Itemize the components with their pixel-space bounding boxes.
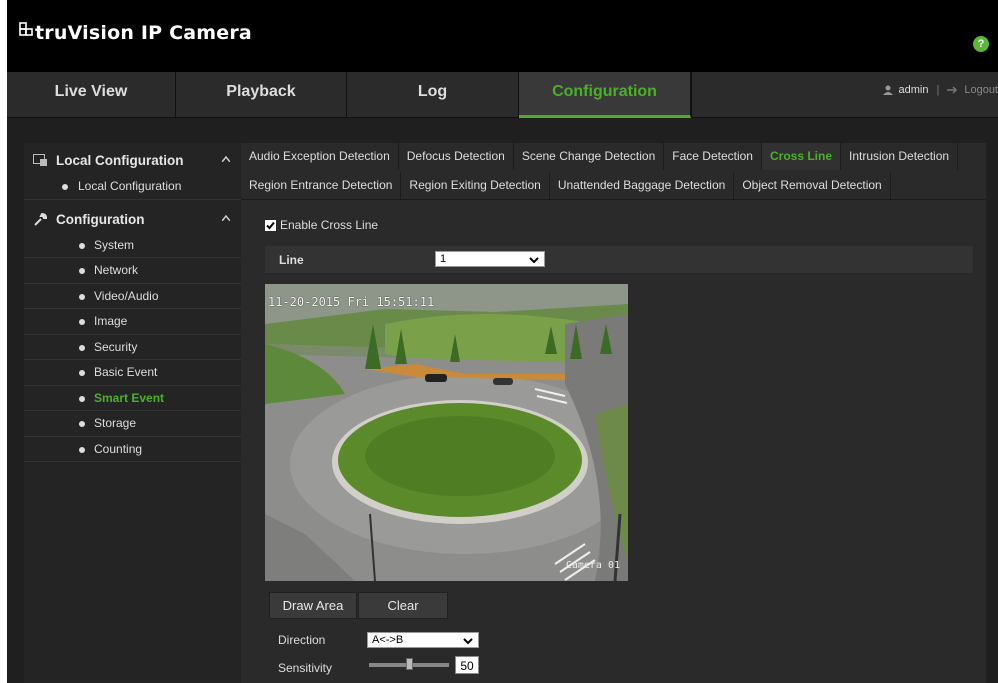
tab-region-exiting-detection[interactable]: Region Exiting Detection bbox=[401, 172, 550, 199]
enable-cross-line-row: Enable Cross Line bbox=[265, 218, 378, 232]
sidebar-item-system[interactable]: System bbox=[24, 233, 241, 258]
direction-select-value: A<->B bbox=[372, 634, 404, 646]
sidebar-item-basic-event[interactable]: Basic Event bbox=[24, 360, 241, 386]
sensitivity-value[interactable]: 50 bbox=[455, 656, 479, 674]
sidebar-item-label: Smart Event bbox=[94, 390, 165, 405]
tab-intrusion-detection[interactable]: Intrusion Detection bbox=[841, 143, 959, 170]
sidebar-item-label: Basic Event bbox=[94, 365, 158, 379]
sidebar-item-network[interactable]: Network bbox=[24, 258, 241, 284]
tab-unattended-baggage-detection[interactable]: Unattended Baggage Detection bbox=[549, 172, 735, 199]
checkmark-icon bbox=[266, 221, 275, 229]
bullet-icon bbox=[79, 370, 85, 376]
sidebar-item-label: Video/Audio bbox=[94, 288, 159, 303]
wrench-icon bbox=[34, 212, 48, 226]
clear-button[interactable]: Clear bbox=[358, 592, 448, 619]
user-area: admin | Logout bbox=[882, 84, 998, 96]
top-bar: truVision IP Camera ? bbox=[7, 0, 998, 72]
line-select[interactable]: 1 bbox=[435, 251, 545, 267]
tab-cross-line[interactable]: Cross Line bbox=[761, 143, 841, 170]
chevron-down-icon bbox=[529, 257, 539, 264]
main-nav: Live View Playback Log Configuration bbox=[7, 72, 998, 118]
main-panel: Audio Exception Detection Defocus Detect… bbox=[241, 143, 986, 683]
line-select-value: 1 bbox=[440, 253, 447, 265]
brand-mark-icon bbox=[19, 22, 33, 36]
osd-camera-name: Camera 01 bbox=[565, 560, 620, 571]
line-label: Line bbox=[279, 253, 304, 267]
sidebar-item-label: Network bbox=[94, 263, 139, 277]
local-config-icon bbox=[33, 154, 47, 166]
sensitivity-slider-handle[interactable] bbox=[405, 658, 413, 670]
brand-title: truVision IP Camera bbox=[35, 22, 252, 44]
user-icon bbox=[882, 85, 893, 95]
sidebar-item-security[interactable]: Security bbox=[24, 335, 241, 360]
camera-video-preview[interactable]: 11-20-2015 Fri 15:51:11 Camera 01 bbox=[265, 284, 628, 581]
tab-defocus-detection[interactable]: Defocus Detection bbox=[398, 143, 514, 170]
nav-tab-log[interactable]: Log bbox=[347, 72, 519, 118]
chevron-up-icon[interactable] bbox=[222, 214, 230, 221]
osd-timestamp: 11-20-2015 Fri 15:51:11 bbox=[268, 295, 435, 309]
tab-object-removal-detection[interactable]: Object Removal Detection bbox=[734, 172, 891, 199]
sidebar-group-label: Local Configuration bbox=[56, 153, 184, 168]
bullet-icon bbox=[79, 421, 85, 427]
tab-row-2: Region Entrance Detection Region Exiting… bbox=[241, 172, 891, 199]
nav-tab-live-view[interactable]: Live View bbox=[7, 72, 176, 118]
sensitivity-label: Sensitivity bbox=[278, 661, 333, 675]
brand-logo: truVision IP Camera bbox=[19, 22, 252, 44]
direction-label: Direction bbox=[278, 633, 326, 647]
sidebar-item-counting[interactable]: Counting bbox=[24, 437, 241, 462]
sidebar-item-storage[interactable]: Storage bbox=[24, 411, 241, 437]
bullet-icon bbox=[79, 395, 85, 402]
sidebar: Local Configuration Local Configuration … bbox=[24, 143, 241, 683]
bullet-icon bbox=[62, 184, 68, 190]
sensitivity-slider[interactable] bbox=[369, 658, 449, 670]
sidebar-item-label: System bbox=[94, 237, 135, 252]
bullet-icon bbox=[79, 242, 85, 249]
bullet-icon bbox=[79, 344, 85, 351]
bullet-icon bbox=[79, 268, 85, 274]
bullet-icon bbox=[79, 293, 85, 300]
enable-cross-line-label: Enable Cross Line bbox=[280, 218, 379, 232]
username: admin bbox=[898, 84, 929, 96]
tab-audio-exception-detection[interactable]: Audio Exception Detection bbox=[241, 143, 399, 170]
sidebar-item-label: Image bbox=[94, 314, 128, 328]
app-frame: truVision IP Camera ? Live View Playback… bbox=[7, 0, 998, 683]
chevron-up-icon[interactable] bbox=[222, 156, 230, 162]
sidebar-item-label: Storage bbox=[94, 416, 137, 430]
bullet-icon bbox=[79, 446, 85, 453]
tab-region-entrance-detection[interactable]: Region Entrance Detection bbox=[241, 172, 402, 199]
sidebar-item-smart-event[interactable]: Smart Event bbox=[24, 386, 241, 411]
line-row: Line 1 bbox=[265, 246, 973, 273]
help-icon[interactable]: ? bbox=[973, 36, 989, 52]
logout-icon[interactable] bbox=[947, 86, 959, 94]
camera-scene-image bbox=[265, 284, 628, 581]
sidebar-item-local-configuration[interactable]: Local Configuration bbox=[24, 174, 241, 200]
nav-tab-configuration[interactable]: Configuration bbox=[519, 72, 691, 118]
user-separator: | bbox=[936, 84, 940, 96]
nav-tab-playback[interactable]: Playback bbox=[176, 72, 347, 118]
tab-face-detection[interactable]: Face Detection bbox=[664, 143, 762, 170]
sidebar-group-configuration[interactable]: Configuration bbox=[24, 205, 241, 233]
tab-scene-change-detection[interactable]: Scene Change Detection bbox=[513, 143, 665, 170]
sidebar-item-video-audio[interactable]: Video/Audio bbox=[24, 284, 241, 309]
sidebar-group-label: Configuration bbox=[56, 211, 145, 227]
tab-row-1: Audio Exception Detection Defocus Detect… bbox=[241, 143, 959, 170]
logout-link[interactable]: Logout bbox=[964, 84, 998, 96]
sidebar-item-label: Security bbox=[94, 339, 138, 354]
chevron-down-icon bbox=[463, 638, 473, 645]
nav-divider bbox=[691, 72, 692, 118]
sidebar-item-label: Counting bbox=[94, 441, 143, 456]
enable-cross-line-checkbox[interactable] bbox=[265, 219, 276, 231]
sidebar-item-image[interactable]: Image bbox=[24, 309, 241, 335]
sidebar-item-label: Local Configuration bbox=[78, 179, 182, 193]
sidebar-group-local-configuration[interactable]: Local Configuration bbox=[24, 146, 241, 174]
bullet-icon bbox=[79, 319, 85, 325]
direction-select[interactable]: A<->B bbox=[367, 632, 479, 648]
draw-area-button[interactable]: Draw Area bbox=[269, 592, 357, 619]
